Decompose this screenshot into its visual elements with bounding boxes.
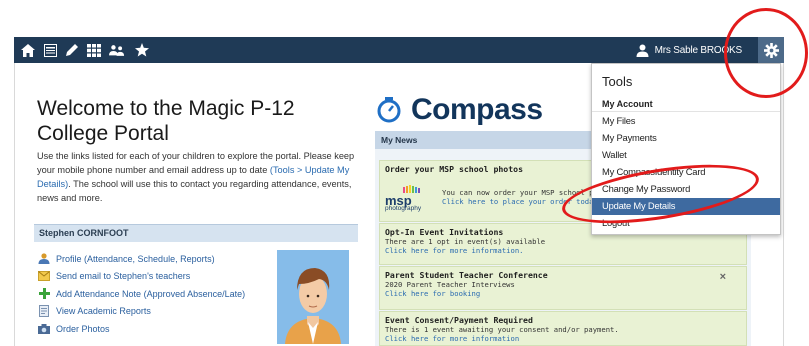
my-account-heading: My Account xyxy=(592,96,780,112)
person-icon xyxy=(636,44,649,57)
profile-link[interactable]: Profile (Attendance, Schedule, Reports) xyxy=(38,250,245,268)
student-name: Stephen CORNFOOT xyxy=(34,224,358,242)
tools-heading: Tools xyxy=(602,74,633,89)
student-panel: Stephen CORNFOOT Profile (Attendance, Sc… xyxy=(34,224,358,344)
opt-in-info-link[interactable]: Click here for more information. xyxy=(385,246,741,255)
top-navigation-bar: Mrs Sable BROOKS xyxy=(14,37,784,63)
compass-logo: Compass xyxy=(377,93,543,127)
event-consent-link[interactable]: Click here for more information xyxy=(385,334,741,343)
home-icon[interactable] xyxy=(20,42,36,58)
star-icon[interactable] xyxy=(134,42,150,58)
compass-icon xyxy=(377,97,401,123)
annotation-circle-settings xyxy=(724,8,808,98)
pencil-icon[interactable] xyxy=(64,42,80,58)
order-photos-link[interactable]: Order Photos xyxy=(38,320,245,338)
grid-icon[interactable] xyxy=(86,42,102,58)
menu-item-my-payments[interactable]: My Payments xyxy=(592,130,780,147)
news-item: Parent Student Teacher Conference 2020 P… xyxy=(379,266,747,310)
news-item: Event Consent/Payment Required There is … xyxy=(379,311,747,346)
people-icon[interactable] xyxy=(109,42,125,58)
profile-icon xyxy=(38,253,50,265)
plus-icon xyxy=(38,288,50,300)
email-icon xyxy=(38,271,50,282)
calendar-icon[interactable] xyxy=(42,42,58,58)
academic-reports-link[interactable]: View Academic Reports xyxy=(38,303,245,321)
conference-booking-link[interactable]: Click here for booking xyxy=(385,289,741,298)
email-teachers-link[interactable]: Send email to Stephen's teachers xyxy=(38,268,245,286)
welcome-title: Welcome to the Magic P-12 College Portal xyxy=(37,97,295,145)
welcome-instructions: Use the links listed for each of your ch… xyxy=(37,151,355,203)
report-icon xyxy=(38,305,50,318)
msp-photography-logo: msp photography xyxy=(385,185,435,213)
attendance-note-link[interactable]: Add Attendance Note (Approved Absence/La… xyxy=(38,285,245,303)
camera-icon xyxy=(38,323,50,334)
close-icon[interactable]: × xyxy=(720,271,726,283)
student-avatar xyxy=(277,250,349,344)
menu-item-wallet[interactable]: Wallet xyxy=(592,147,780,164)
student-links: Profile (Attendance, Schedule, Reports) … xyxy=(38,250,245,338)
menu-item-my-files[interactable]: My Files xyxy=(592,113,780,130)
